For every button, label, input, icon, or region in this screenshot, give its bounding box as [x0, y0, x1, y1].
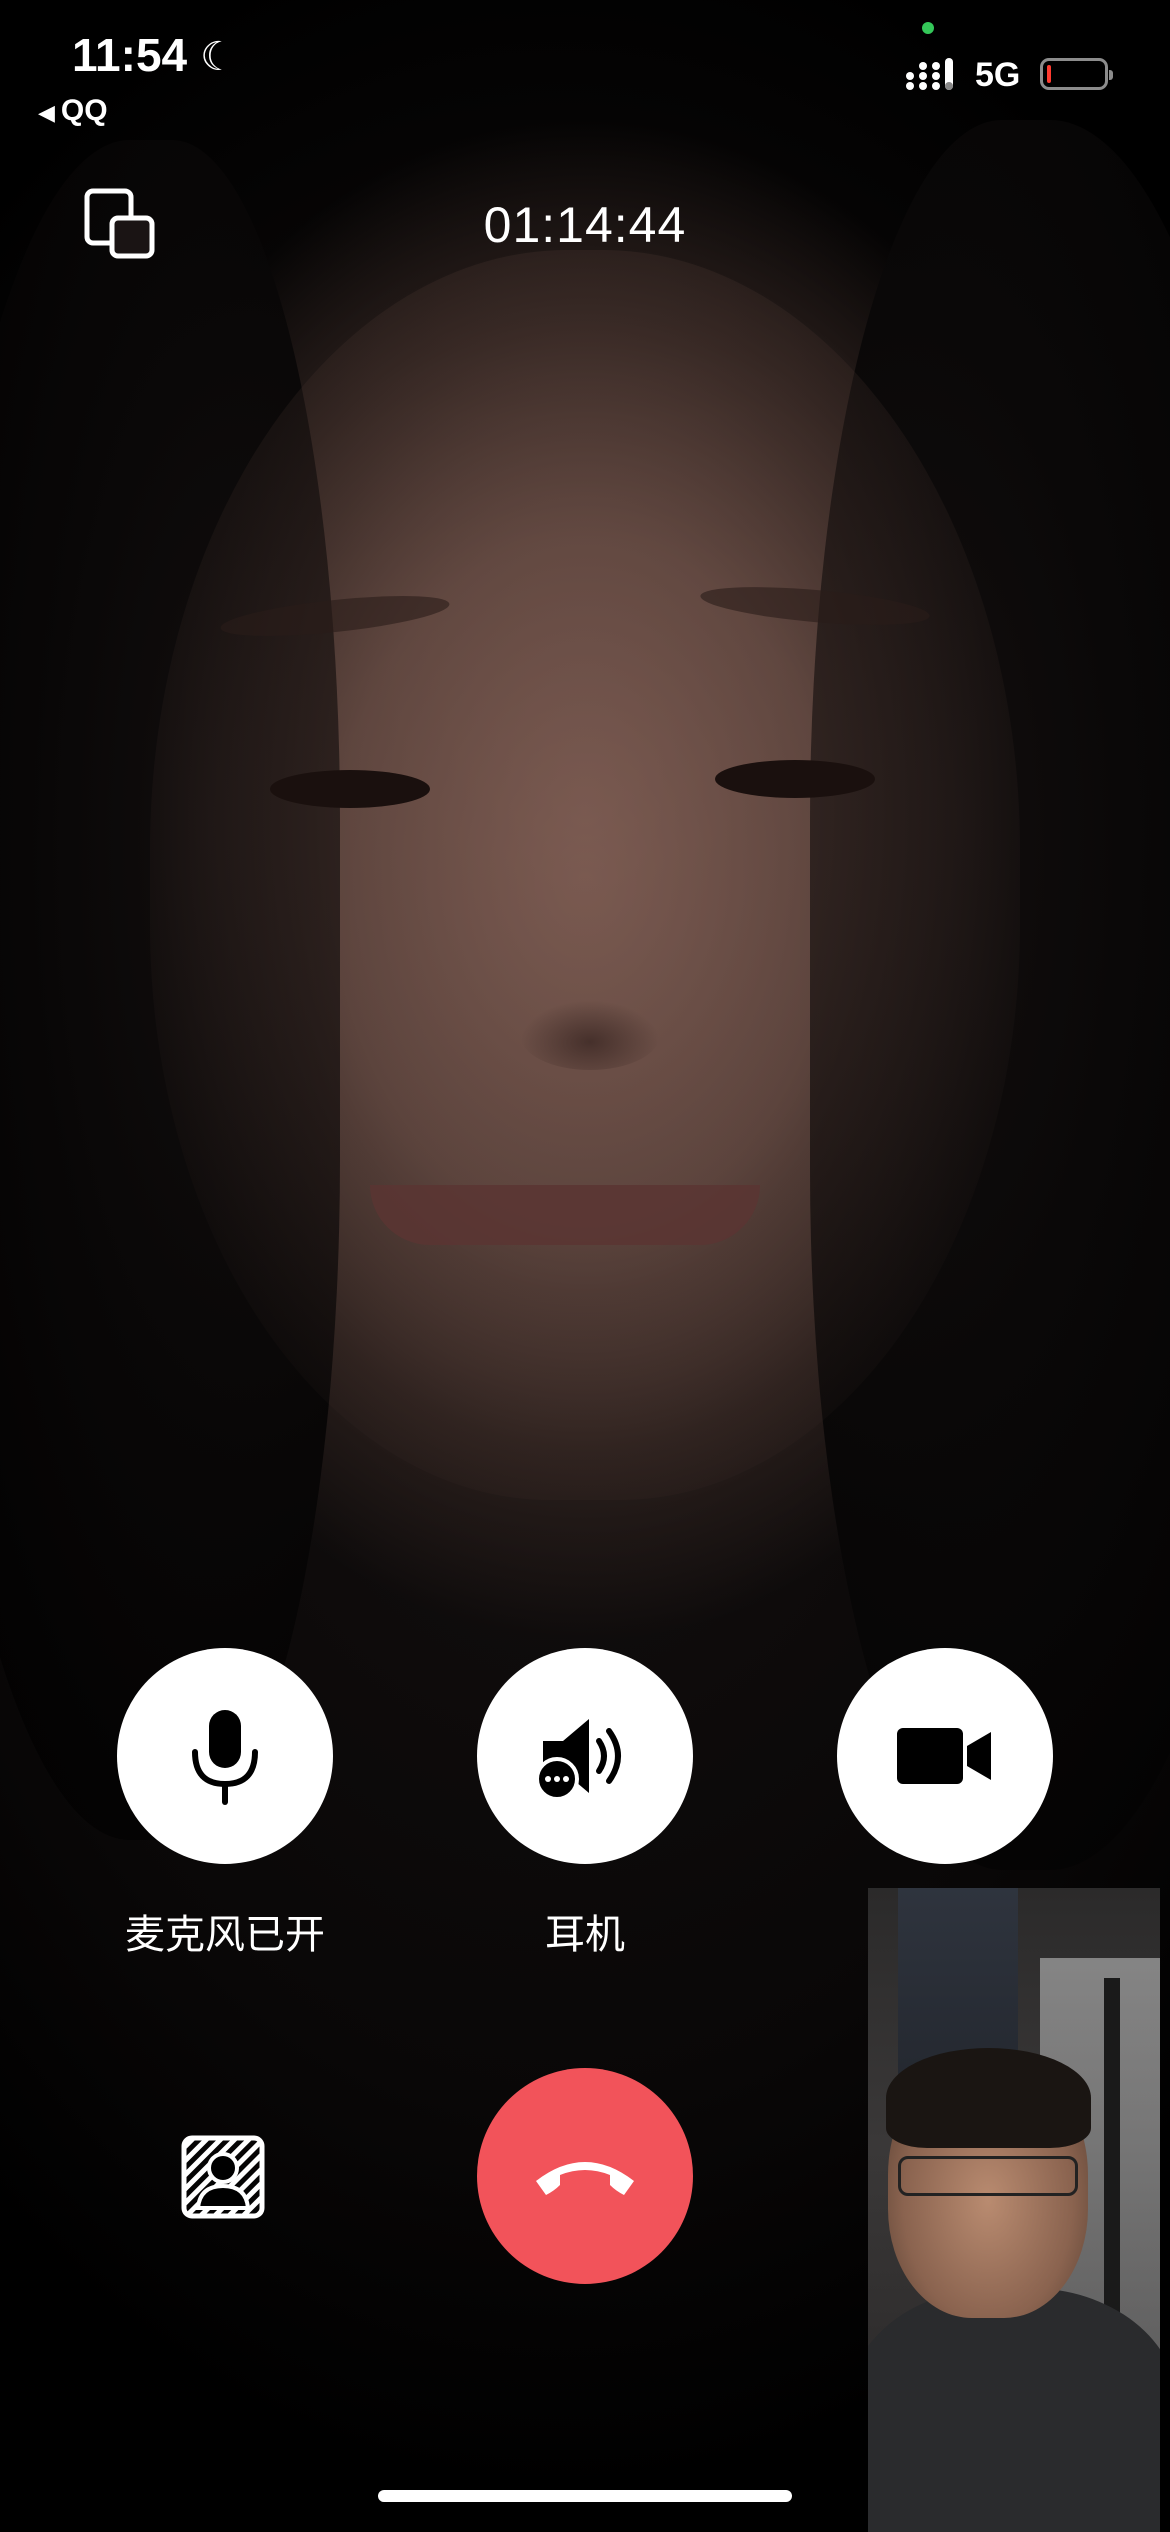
microphone-label: 麦克风已开 — [125, 1912, 325, 1958]
remote-video-detail — [270, 770, 430, 808]
back-triangle-icon: ◀ — [38, 100, 55, 125]
home-indicator[interactable] — [378, 2490, 792, 2502]
self-preview-detail — [868, 2288, 1160, 2532]
blur-background-icon[interactable] — [180, 2134, 266, 2220]
remote-video-detail — [370, 1185, 760, 1245]
back-app-label: QQ — [60, 94, 108, 127]
video-call-screen: 11:54 ☾ ◀ QQ 5G 01:14:44 麦克风已开 耳机 — [0, 0, 1170, 2532]
status-time: 11:54 — [72, 29, 188, 81]
hang-up-icon — [536, 2162, 634, 2195]
status-bar: 11:54 ☾ ◀ QQ 5G — [0, 0, 1170, 140]
remote-video-detail — [520, 1000, 660, 1070]
microphone-icon — [192, 1710, 258, 1805]
camera-button-circle[interactable] — [837, 1648, 1053, 1864]
back-to-app-button[interactable]: ◀ QQ — [38, 94, 108, 128]
microphone-button-circle[interactable] — [117, 1648, 333, 1864]
video-camera-icon — [897, 1728, 991, 1784]
remote-video-detail — [150, 250, 1020, 1500]
speaker-icon — [535, 1719, 621, 1801]
do-not-disturb-icon: ☾ — [200, 35, 236, 79]
camera-in-use-indicator — [922, 22, 934, 34]
battery-icon — [1040, 58, 1113, 90]
battery-level-fill — [1047, 65, 1051, 83]
self-preview-detail — [886, 2048, 1091, 2148]
signal-strength-icon — [906, 58, 953, 90]
network-type: 5G — [975, 56, 1021, 94]
audio-output-button-circle[interactable] — [477, 1648, 693, 1864]
self-video-preview[interactable] — [868, 1888, 1160, 2532]
hang-up-button[interactable] — [477, 2068, 693, 2284]
audio-output-button[interactable]: 耳机 — [477, 1648, 693, 1960]
self-preview-detail — [898, 2156, 1078, 2196]
call-duration: 01:14:44 — [483, 197, 687, 253]
audio-output-label: 耳机 — [545, 1912, 625, 1958]
remote-video-detail — [715, 760, 875, 798]
microphone-button[interactable]: 麦克风已开 — [117, 1648, 333, 1960]
